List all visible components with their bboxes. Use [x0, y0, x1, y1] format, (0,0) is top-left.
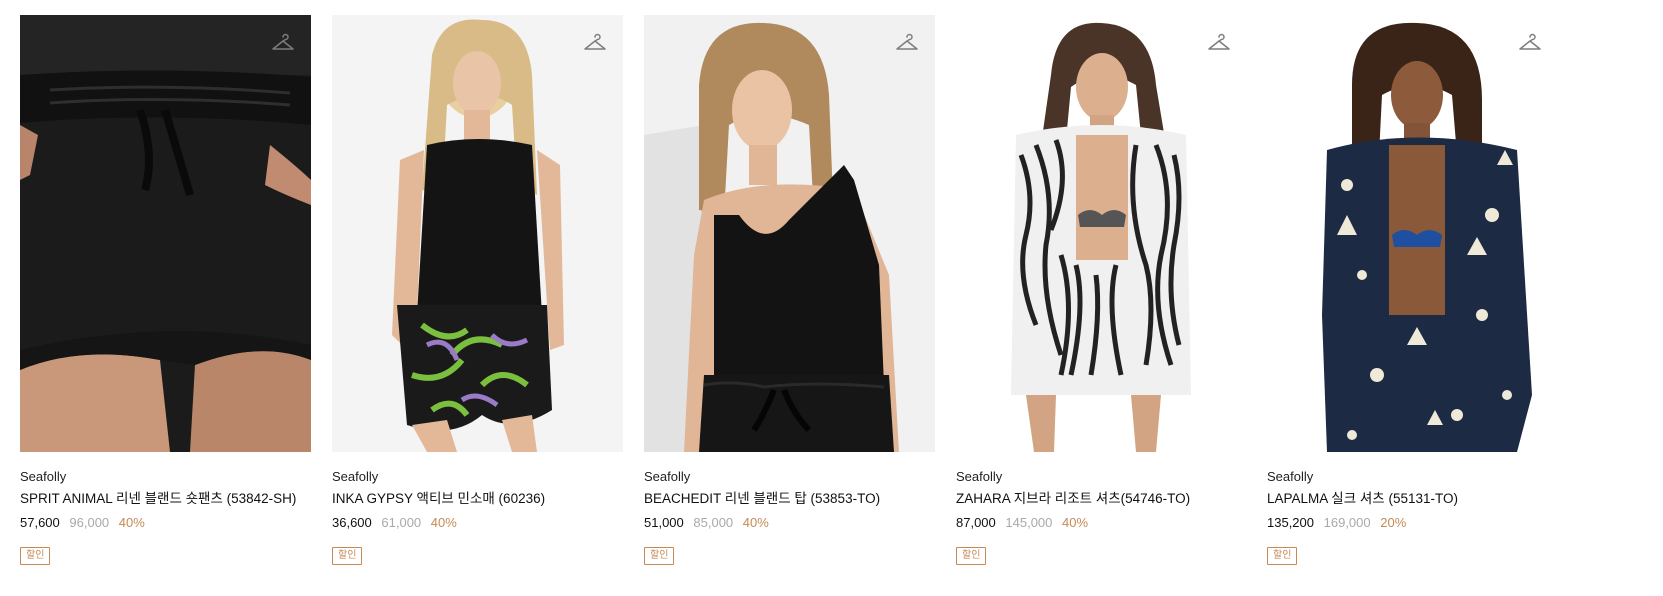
- discount-rate: 40%: [742, 515, 769, 530]
- product-photo: [956, 15, 1247, 452]
- product-photo: [1267, 15, 1558, 452]
- original-price: 96,000: [69, 515, 110, 530]
- product-prices: 87,000 145,000 40%: [956, 514, 1247, 532]
- product-card[interactable]: Seafolly INKA GYPSY 액티브 민소매 (60236) 36,6…: [332, 15, 623, 565]
- product-photo: [332, 15, 623, 452]
- product-image[interactable]: [1267, 15, 1558, 452]
- product-prices: 135,200 169,000 20%: [1267, 514, 1558, 532]
- product-image[interactable]: [20, 15, 311, 452]
- original-price: 145,000: [1005, 515, 1053, 530]
- product-image[interactable]: [956, 15, 1247, 452]
- original-price: 61,000: [381, 515, 422, 530]
- product-prices: 51,000 85,000 40%: [644, 514, 935, 532]
- original-price: 169,000: [1323, 515, 1371, 530]
- hanger-icon[interactable]: [583, 31, 607, 53]
- product-card[interactable]: Seafolly LAPALMA 실크 셔츠 (55131-TO) 135,20…: [1267, 15, 1558, 565]
- sale-price: 51,000: [644, 515, 684, 530]
- discount-badge: 할인: [332, 547, 363, 565]
- product-name[interactable]: SPRIT ANIMAL 리넨 블랜드 숏팬츠 (53842-SH): [20, 490, 311, 508]
- product-image[interactable]: [332, 15, 623, 452]
- hanger-icon[interactable]: [895, 31, 919, 53]
- product-grid: Seafolly SPRIT ANIMAL 리넨 블랜드 숏팬츠 (53842-…: [0, 0, 1663, 596]
- discount-badge: 할인: [20, 547, 51, 565]
- sale-price: 57,600: [20, 515, 60, 530]
- product-name[interactable]: BEACHEDIT 리넨 블랜드 탑 (53853-TO): [644, 490, 935, 508]
- product-name[interactable]: LAPALMA 실크 셔츠 (55131-TO): [1267, 490, 1558, 508]
- product-brand: Seafolly: [956, 469, 1003, 484]
- product-brand: Seafolly: [332, 469, 379, 484]
- original-price: 85,000: [693, 515, 734, 530]
- product-prices: 36,600 61,000 40%: [332, 514, 623, 532]
- product-photo: [644, 15, 935, 452]
- hanger-icon[interactable]: [271, 31, 295, 53]
- product-photo: [20, 15, 311, 452]
- product-card[interactable]: Seafolly SPRIT ANIMAL 리넨 블랜드 숏팬츠 (53842-…: [20, 15, 311, 565]
- discount-badge: 할인: [956, 547, 987, 565]
- discount-rate: 40%: [118, 515, 145, 530]
- hanger-icon[interactable]: [1518, 31, 1542, 53]
- discount-badge: 할인: [1267, 547, 1298, 565]
- discount-rate: 40%: [430, 515, 457, 530]
- discount-rate: 40%: [1062, 515, 1089, 530]
- product-brand: Seafolly: [644, 469, 691, 484]
- sale-price: 87,000: [956, 515, 996, 530]
- discount-rate: 20%: [1380, 515, 1407, 530]
- product-brand: Seafolly: [20, 469, 67, 484]
- product-card[interactable]: Seafolly ZAHARA 지브라 리조트 셔츠(54746-TO) 87,…: [956, 15, 1247, 565]
- sale-price: 36,600: [332, 515, 372, 530]
- hanger-icon[interactable]: [1207, 31, 1231, 53]
- product-prices: 57,600 96,000 40%: [20, 514, 311, 532]
- product-card[interactable]: Seafolly BEACHEDIT 리넨 블랜드 탑 (53853-TO) 5…: [644, 15, 935, 565]
- product-name[interactable]: ZAHARA 지브라 리조트 셔츠(54746-TO): [956, 490, 1247, 508]
- product-brand: Seafolly: [1267, 469, 1314, 484]
- product-name[interactable]: INKA GYPSY 액티브 민소매 (60236): [332, 490, 623, 508]
- product-image[interactable]: [644, 15, 935, 452]
- discount-badge: 할인: [644, 547, 675, 565]
- sale-price: 135,200: [1267, 515, 1314, 530]
